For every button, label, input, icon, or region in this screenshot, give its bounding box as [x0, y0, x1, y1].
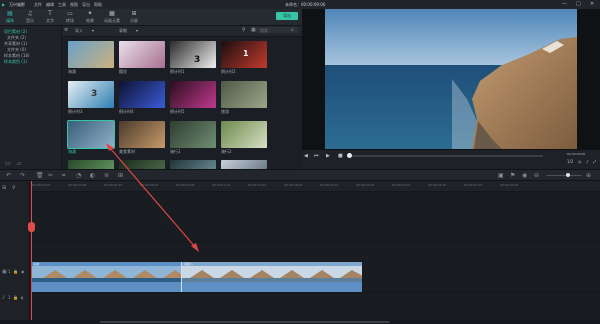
app-window: ▶ 万兴喵影 文件 编辑 工具 视图 导出 帮助 未命名：00:00:09:06… — [0, 0, 600, 324]
scrollbar-thumb[interactable] — [100, 321, 390, 323]
timeline-scrollbar[interactable] — [0, 320, 600, 324]
annotation-arrow — [106, 143, 199, 252]
